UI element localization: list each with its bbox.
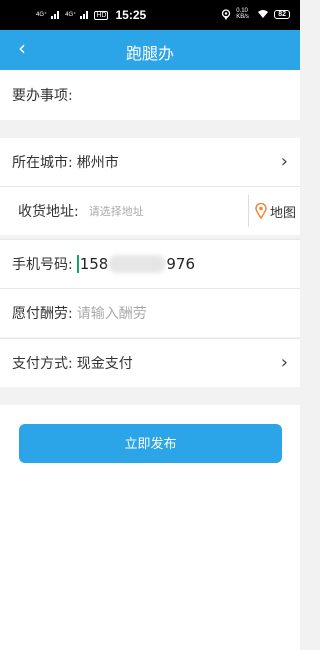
phone-row[interactable]: 手机号码: 158 976	[0, 240, 300, 288]
status-bar-right: 0.10 KB/s 82	[221, 8, 290, 20]
reward-row[interactable]: 愿付酬劳: 请输入酬劳	[0, 289, 300, 337]
section-gap	[0, 387, 300, 405]
hd-badge: HD	[94, 10, 109, 20]
reward-input[interactable]: 请输入酬劳	[77, 303, 147, 323]
map-pin-icon	[255, 203, 267, 219]
phone-suffix: 976	[166, 254, 195, 273]
chevron-right-icon: ›	[280, 352, 288, 373]
signal-label-1: 4G⁺	[36, 12, 48, 18]
city-value: 郴州市	[76, 155, 119, 171]
payment-value: 现金支付	[76, 356, 133, 372]
publish-button[interactable]: 立即发布	[19, 424, 282, 463]
signal-icon	[51, 11, 61, 19]
location-icon	[222, 8, 231, 20]
map-button[interactable]: 地图	[247, 195, 296, 227]
signal-label-2: 4G⁺	[65, 12, 77, 18]
city-label: 所在城市:	[12, 155, 73, 171]
map-label: 地图	[269, 205, 296, 221]
app-header: ‹ 跑腿办	[0, 30, 300, 70]
text-cursor	[76, 255, 79, 274]
payment-row[interactable]: 支付方式: 现金支付 ›	[0, 339, 300, 387]
phone-prefix: 158	[79, 254, 109, 273]
network-speed: 0.10 KB/s	[236, 8, 249, 20]
status-bar: 4G⁺ 4G⁺ HD 15:25 0.10 KB/s 82	[0, 0, 300, 30]
page-title: 跑腿办	[125, 44, 174, 63]
payment-label: 支付方式:	[12, 356, 73, 372]
status-time: 15:25	[115, 8, 147, 22]
chevron-right-icon: ›	[280, 151, 288, 172]
task-row[interactable]: 要办事项:	[0, 70, 300, 120]
reward-label: 愿付酬劳:	[12, 306, 73, 322]
address-row[interactable]: 收货地址: 请选择地址 地图	[0, 187, 300, 235]
phone-redacted	[108, 255, 167, 274]
phone-input[interactable]: 158 976	[76, 254, 195, 274]
signal-icon-2	[80, 11, 90, 19]
phone-label: 手机号码:	[12, 257, 73, 273]
address-input[interactable]: 请选择地址	[89, 203, 144, 219]
battery-icon: 82	[274, 9, 290, 19]
city-row[interactable]: 所在城市: 郴州市 ›	[0, 138, 300, 186]
address-label: 收货地址:	[18, 204, 79, 220]
status-bar-left: 4G⁺ 4G⁺ HD 15:25	[36, 8, 146, 22]
section-gap	[0, 120, 300, 138]
task-label: 要办事项:	[12, 88, 73, 104]
wifi-icon	[258, 10, 269, 18]
